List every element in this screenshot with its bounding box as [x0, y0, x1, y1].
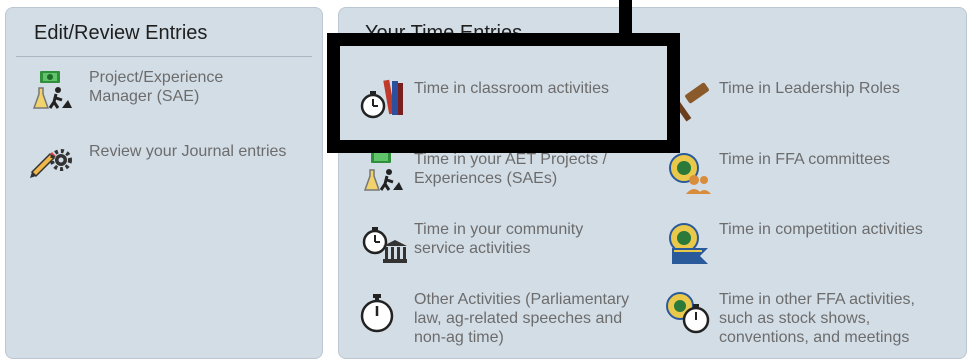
stopwatch-icon: [359, 288, 407, 336]
competition-label-1: Time in competition activities: [719, 221, 923, 238]
leadership-label-1: Time in Leadership Roles: [719, 80, 900, 97]
money-science-worker-icon: [28, 68, 76, 116]
aet-projects-label-2: Experiences (SAEs): [414, 170, 558, 187]
time-other-activities-link[interactable]: Other Activities (Parliamentary law, ag-…: [359, 288, 669, 348]
pencil-gear-icon: [28, 142, 76, 190]
title-divider: [16, 56, 312, 57]
other-activities-label-1: Other Activities (Parliamentary: [414, 291, 630, 308]
time-other-ffa-link[interactable]: Time in other FFA activities, such as st…: [664, 288, 964, 348]
project-experience-label-1: Project/Experience: [89, 69, 224, 86]
other-ffa-label-1: Time in other FFA activities,: [719, 291, 915, 308]
ffa-emblem-stopwatch-icon: [664, 288, 712, 336]
time-competition-link[interactable]: Time in competition activities: [664, 218, 964, 268]
community-service-label-1: Time in your community: [414, 221, 584, 238]
time-aet-projects-link[interactable]: Time in your AET Projects / Experiences …: [359, 148, 659, 198]
project-experience-label-2: Manager (SAE): [89, 88, 200, 105]
project-experience-manager-link[interactable]: Project/Experience Manager (SAE): [28, 68, 318, 118]
ffa-emblem-people-icon: [664, 148, 712, 196]
review-journal-link[interactable]: Review your Journal entries: [28, 142, 318, 192]
time-leadership-link[interactable]: Time in Leadership Roles: [671, 76, 961, 126]
time-ffa-committees-link[interactable]: Time in FFA committees: [664, 148, 954, 198]
community-service-label-2: service activities: [414, 240, 531, 257]
other-ffa-label-3: conventions, and meetings: [719, 329, 910, 346]
other-activities-label-2: law, ag-related speeches and: [414, 310, 623, 327]
stopwatch-building-icon: [359, 218, 407, 266]
other-ffa-label-2: such as stock shows,: [719, 310, 871, 327]
money-science-worker-icon: [359, 148, 407, 196]
ffa-emblem-ribbon-icon: [664, 218, 712, 266]
highlight-box: [327, 33, 680, 153]
review-journal-label: Review your Journal entries: [89, 143, 287, 160]
highlight-pointer-line: [619, 0, 632, 34]
edit-review-panel: Edit/Review Entries Project/Experience M…: [5, 7, 323, 359]
time-community-service-link[interactable]: Time in your community service activitie…: [359, 218, 659, 268]
edit-review-title: Edit/Review Entries: [34, 22, 208, 44]
other-activities-label-3: non-ag time): [414, 329, 504, 346]
ffa-committees-label-1: Time in FFA committees: [719, 151, 890, 168]
